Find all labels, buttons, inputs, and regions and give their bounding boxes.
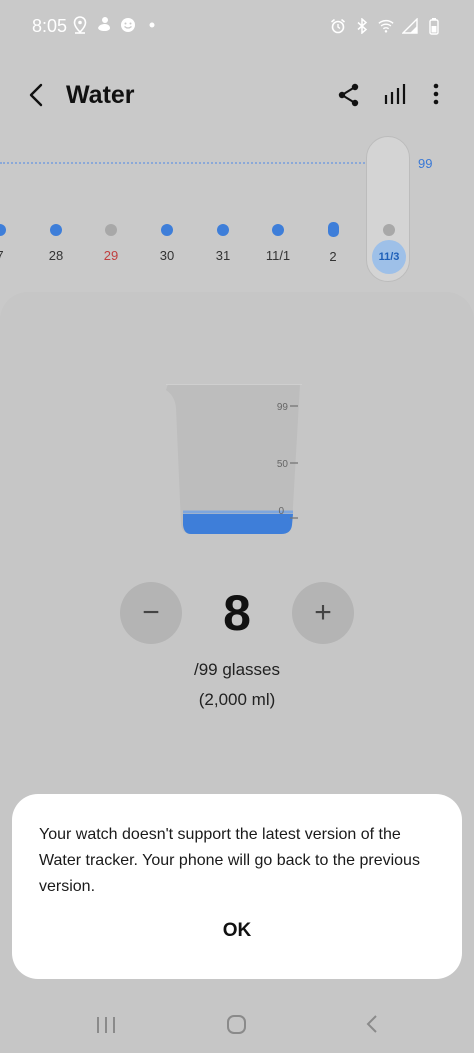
day-dot bbox=[383, 224, 395, 236]
stats-bars-icon[interactable] bbox=[382, 82, 408, 108]
page-title: Water bbox=[66, 81, 135, 109]
glass-count: 8 bbox=[223, 585, 251, 641]
day-dot bbox=[272, 224, 284, 236]
recent-apps-icon[interactable] bbox=[95, 1014, 117, 1036]
day-item[interactable]: 29 bbox=[91, 218, 131, 263]
more-vertical-icon[interactable] bbox=[424, 82, 448, 108]
day-item[interactable]: 28 bbox=[36, 218, 76, 263]
cup-scale-label: 99 bbox=[277, 402, 289, 413]
day-label: 11/3 bbox=[372, 240, 406, 274]
day-dot bbox=[161, 224, 173, 236]
navigation-bar bbox=[0, 1000, 474, 1053]
cup-scale-label: 0 bbox=[278, 506, 284, 517]
goal-max-label: 99 bbox=[418, 156, 433, 171]
battery-icon bbox=[426, 17, 442, 35]
day-item[interactable]: 7 bbox=[0, 218, 20, 263]
day-dot bbox=[327, 222, 339, 237]
plus-icon: + bbox=[314, 596, 332, 629]
water-fill bbox=[183, 514, 293, 534]
person-icon bbox=[96, 16, 112, 34]
version-dialog: Your watch doesn't support the latest ve… bbox=[12, 794, 462, 979]
date-strip: 99 7 28 29 30 31 11/1 2 11/3 bbox=[0, 132, 474, 292]
back-arrow-icon[interactable] bbox=[22, 80, 52, 110]
day-label: 31 bbox=[215, 248, 231, 263]
glass-counter: − 8 + bbox=[0, 582, 474, 646]
day-label: 2 bbox=[329, 249, 337, 264]
bluetooth-icon bbox=[354, 17, 370, 35]
goal-line bbox=[0, 162, 368, 164]
day-label: 30 bbox=[159, 248, 175, 263]
volume-text: (2,000 ml) bbox=[198, 690, 276, 709]
day-item[interactable]: 2 bbox=[313, 218, 353, 264]
day-item[interactable]: 31 bbox=[203, 218, 243, 263]
home-icon[interactable] bbox=[226, 1013, 248, 1035]
status-left-icons bbox=[72, 16, 160, 34]
signal-icon bbox=[402, 17, 418, 35]
day-label: 11/1 bbox=[265, 248, 291, 263]
day-dot bbox=[105, 224, 117, 236]
wifi-icon bbox=[378, 17, 394, 35]
day-label: 28 bbox=[48, 248, 64, 263]
goal-text: /99 glasses bbox=[194, 660, 280, 679]
alarm-icon bbox=[330, 17, 346, 35]
day-dot bbox=[217, 224, 229, 236]
cup-scale-label: 50 bbox=[277, 459, 289, 470]
day-dot bbox=[50, 224, 62, 236]
app-bar: Water bbox=[0, 70, 474, 122]
day-label: 29 bbox=[103, 248, 119, 263]
dialog-message: Your watch doesn't support the latest ve… bbox=[39, 826, 420, 895]
location-icon bbox=[72, 16, 88, 34]
day-item[interactable]: 11/1 bbox=[258, 218, 298, 263]
increase-button[interactable]: + bbox=[292, 582, 354, 644]
share-icon[interactable] bbox=[336, 82, 362, 108]
status-right-icons bbox=[330, 17, 442, 35]
water-cup-icon: 99 50 0 bbox=[166, 384, 302, 534]
status-time: 8:05 bbox=[32, 16, 68, 36]
status-bar: 8:05 bbox=[0, 0, 474, 52]
smiley-icon bbox=[120, 16, 136, 34]
day-item[interactable]: 30 bbox=[147, 218, 187, 263]
ok-button[interactable]: OK bbox=[12, 920, 462, 942]
dot-icon bbox=[144, 16, 160, 34]
day-label: 7 bbox=[0, 248, 20, 263]
day-item-selected[interactable]: 11/3 bbox=[369, 218, 409, 274]
back-icon[interactable] bbox=[362, 1013, 384, 1035]
day-dot bbox=[0, 224, 6, 236]
